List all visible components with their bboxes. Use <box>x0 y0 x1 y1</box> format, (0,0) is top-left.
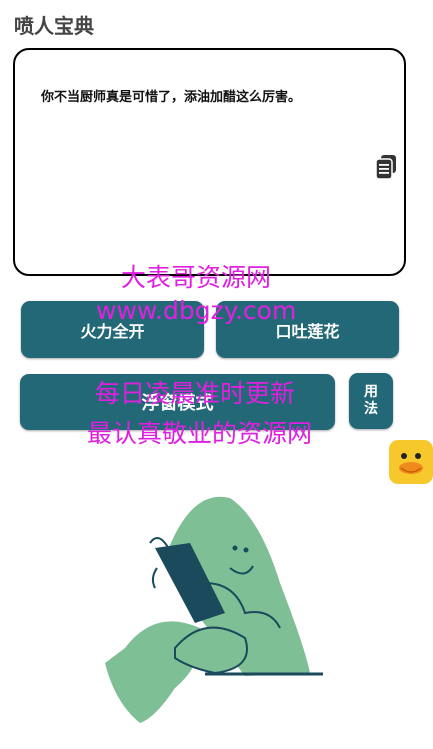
fire-all-button[interactable]: 火力全开 <box>21 301 204 358</box>
person-reading-illustration <box>105 496 323 723</box>
text-content[interactable]: 你不当厨师真是可惜了，添油加醋这么厉害。 <box>41 86 384 105</box>
duck-icon[interactable] <box>389 440 433 484</box>
copy-icon[interactable] <box>372 153 400 181</box>
usage-label-2: 法 <box>364 401 378 417</box>
lotus-mouth-button[interactable]: 口吐莲花 <box>216 301 399 358</box>
text-card[interactable]: 你不当厨师真是可惜了，添油加醋这么厉害。 <box>13 48 406 276</box>
app-title: 喷人宝典 <box>14 14 94 38</box>
usage-button[interactable]: 用 法 <box>349 373 393 429</box>
usage-label-1: 用 <box>364 384 378 400</box>
float-window-button[interactable]: 浮窗模式 <box>20 374 335 430</box>
